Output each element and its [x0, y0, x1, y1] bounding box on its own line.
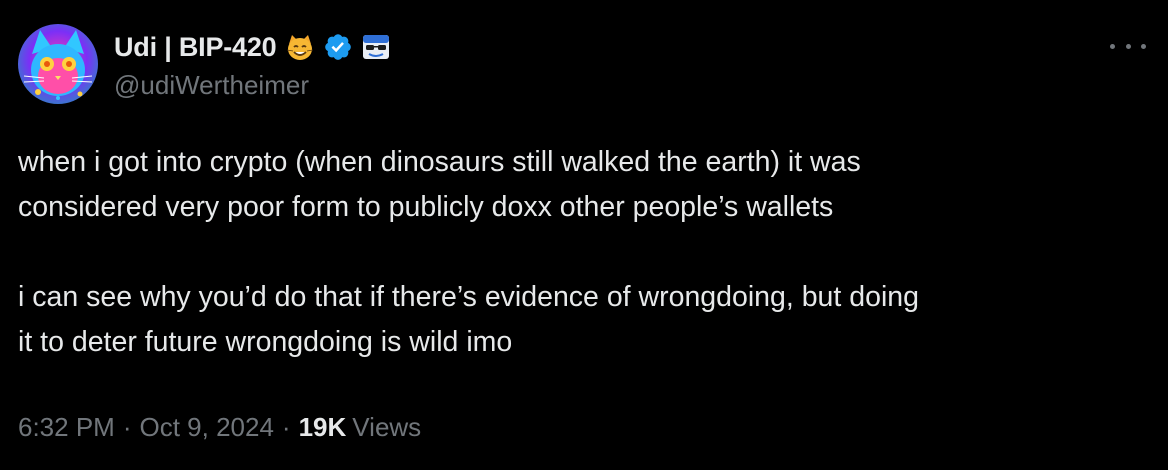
more-options-button[interactable] [1110, 38, 1146, 54]
dot-icon [1141, 43, 1146, 49]
name-row: Udi | BIP-420 [114, 30, 391, 64]
tweet-date[interactable]: Oct 9, 2024 [140, 412, 274, 443]
views-label: Views [352, 412, 422, 442]
avatar[interactable] [18, 24, 98, 104]
tweet-meta: 6:32 PM · Oct 9, 2024 · 19K Views [18, 412, 421, 443]
cat-face-icon [285, 32, 315, 62]
verified-badge-icon[interactable] [323, 32, 353, 62]
sunglasses-flag-icon [361, 32, 391, 62]
tweet-line: it to deter future wrongdoing is wild im… [18, 326, 513, 358]
avatar-image [18, 24, 98, 104]
meta-separator: · [281, 412, 291, 442]
author-handle[interactable]: @udiWertheimer [114, 70, 391, 101]
tweet-line: when i got into crypto (when dinosaurs s… [18, 146, 861, 178]
meta-separator: · [122, 412, 132, 442]
tweet-time[interactable]: 6:32 PM [18, 412, 115, 443]
dot-icon [1125, 43, 1131, 49]
tweet-line: i can see why you’d do that if there’s e… [18, 281, 919, 313]
author-names: Udi | BIP-420 @udiWertheimer [114, 24, 391, 101]
tweet-paragraph: when i got into crypto (when dinosaurs s… [18, 140, 1148, 230]
author-display-name[interactable]: Udi | BIP-420 [114, 32, 277, 63]
tweet-paragraph: i can see why you’d do that if there’s e… [18, 275, 1148, 365]
tweet-text: when i got into crypto (when dinosaurs s… [18, 140, 1148, 365]
tweet-line: considered very poor form to publicly do… [18, 191, 834, 223]
tweet-header: Udi | BIP-420 @udiWertheimer [18, 24, 391, 104]
dot-icon [1110, 43, 1115, 49]
views-count[interactable]: 19K [299, 412, 347, 443]
tweet-card: Udi | BIP-420 @udiWertheimer when i got … [0, 0, 1168, 470]
